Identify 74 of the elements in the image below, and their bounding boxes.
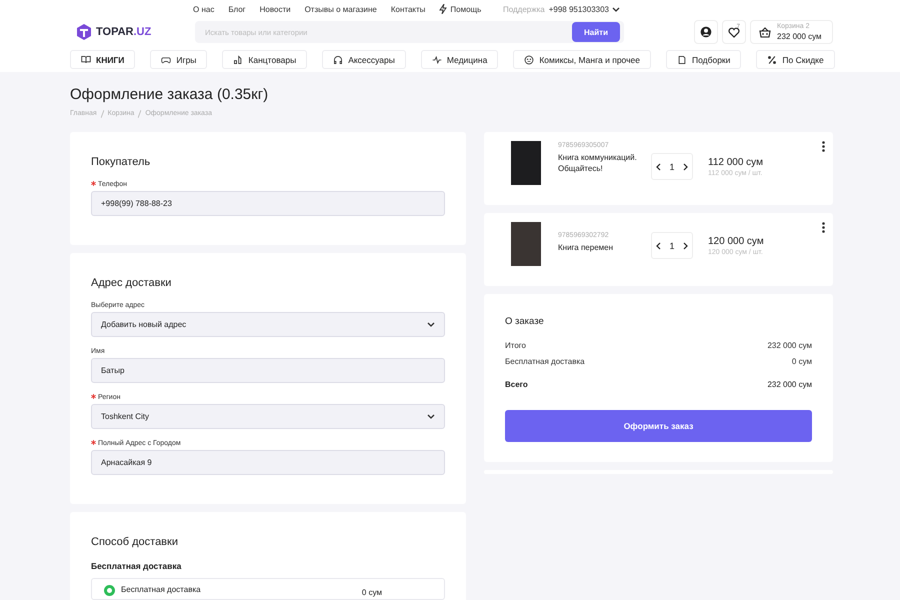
book-icon [81, 54, 91, 64]
quantity-stepper[interactable]: 1 [651, 153, 693, 180]
logo[interactable]: TOPAR.UZ [75, 23, 195, 41]
more-button[interactable] [822, 222, 825, 233]
chevron-left-icon [656, 162, 662, 170]
decrease-button[interactable] [656, 162, 662, 170]
category-button[interactable]: Комиксы, Манга и прочее [513, 50, 651, 69]
lightning-icon [439, 4, 448, 14]
more-vertical-icon [822, 222, 825, 233]
quantity-value: 1 [669, 240, 674, 250]
section-title: Адрес доставки [91, 277, 172, 289]
category-button[interactable]: Аксессуары [322, 50, 406, 69]
book-cover-placeholder [511, 141, 541, 185]
summary-value: 232 000 сум [767, 380, 812, 389]
slash-icon [138, 110, 142, 118]
checkout-button[interactable]: Оформить заказ [505, 410, 812, 442]
decrease-button[interactable] [656, 242, 662, 250]
heart-icon [728, 26, 740, 38]
account-button[interactable] [694, 20, 718, 44]
item-price: 112 000 сум [708, 157, 763, 168]
nav-link[interactable]: Помощь [439, 4, 482, 14]
chevron-down-icon [612, 6, 620, 12]
book-cover-placeholder [511, 222, 541, 266]
option-group-label: Бесплатная доставка [91, 561, 182, 571]
category-button[interactable]: Медицина [420, 50, 498, 69]
increase-button[interactable] [682, 242, 688, 250]
percent-icon [767, 54, 778, 64]
item-price: 120 000 сум [708, 236, 764, 247]
chevron-right-icon [682, 242, 688, 250]
bookmark-icon [676, 54, 687, 64]
phone-link[interactable]: +998 951303303 [548, 4, 620, 14]
chevron-left-icon [656, 242, 662, 250]
mask-icon [524, 54, 534, 64]
headphones-icon [333, 54, 344, 64]
summary-label: Всего [505, 380, 528, 389]
chevron-right-icon [682, 162, 688, 170]
page-title: Оформление заказа (0.35кг) [70, 86, 270, 103]
nav-link[interactable]: О нас [193, 4, 214, 14]
category-button[interactable]: Игры [150, 50, 208, 69]
logo-icon [75, 23, 93, 41]
gamepad-icon [161, 54, 172, 64]
section-title: Покупатель [91, 156, 152, 168]
product-name[interactable]: Книга коммуникаций. Общайтесь! [558, 152, 642, 174]
nav-link[interactable]: Новости [260, 4, 291, 14]
section-title: Способ доставки [91, 536, 179, 548]
nav-link[interactable]: Блог [228, 4, 246, 14]
summary-value: 0 сум [792, 357, 812, 366]
search-button[interactable]: Найти [572, 22, 620, 42]
category-button[interactable]: Канцтовары [222, 50, 308, 69]
option-price: 0 сум [362, 588, 382, 597]
option-label: Бесплатная доставка [121, 585, 201, 594]
input-field[interactable]: +998(99) 788-88-23 [91, 191, 445, 216]
summary-label: Итого [505, 341, 526, 350]
quantity-stepper[interactable]: 1 [651, 232, 693, 259]
basket-icon [759, 26, 771, 38]
support-label: Поддержка [502, 4, 545, 14]
summary-title: О заказе [505, 316, 545, 327]
nav-link[interactable]: Контакты [390, 4, 426, 14]
more-vertical-icon [822, 141, 825, 152]
quantity-value: 1 [669, 162, 674, 172]
product-name[interactable]: Книга перемен [558, 242, 642, 253]
category-button[interactable]: КНИГИ [70, 50, 136, 69]
slash-icon [100, 110, 104, 118]
more-button[interactable] [822, 141, 825, 152]
user-icon [700, 26, 712, 38]
required-mark-icon [91, 181, 96, 186]
category-button[interactable]: Подборки [666, 50, 742, 69]
category-button[interactable]: По Скидке [756, 50, 835, 69]
summary-value: 232 000 сум [767, 341, 812, 350]
nav-link[interactable]: Отзывы о магазине [304, 4, 377, 14]
pulse-icon [432, 54, 442, 64]
pencil-icon [233, 54, 244, 64]
summary-label: Бесплатная доставка [505, 357, 585, 366]
increase-button[interactable] [682, 162, 688, 170]
